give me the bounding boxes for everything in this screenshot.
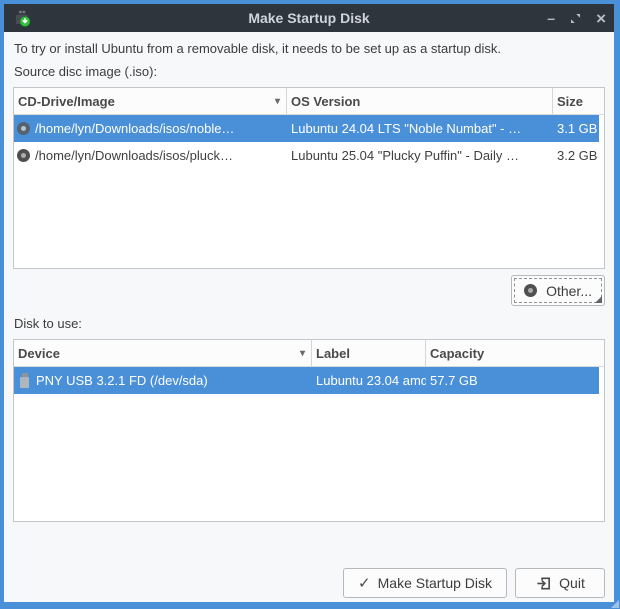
iso-os-version: Lubuntu 24.04 LTS "Noble Numbat" - … bbox=[287, 121, 553, 136]
iso-row-plucky[interactable]: /home/lyn/Downloads/isos/pluck… Lubuntu … bbox=[14, 142, 599, 169]
usb-stick-icon bbox=[20, 373, 29, 388]
iso-size: 3.1 GB bbox=[553, 121, 599, 136]
optical-disc-icon bbox=[17, 122, 30, 135]
resize-grip[interactable] bbox=[611, 600, 619, 608]
column-header-label[interactable]: Label bbox=[312, 340, 426, 366]
intro-text: To try or install Ubuntu from a removabl… bbox=[14, 40, 605, 58]
disk-table-header: Device ▾ Label Capacity bbox=[14, 340, 604, 367]
iso-row-noble[interactable]: /home/lyn/Downloads/isos/noble… Lubuntu … bbox=[14, 115, 599, 142]
iso-os-version: Lubuntu 25.04 "Plucky Puffin" - Daily … bbox=[287, 148, 553, 163]
window-title: Make Startup Disk bbox=[4, 10, 614, 26]
quit-button[interactable]: Quit bbox=[515, 568, 605, 598]
device-label: Lubuntu 23.04 amd64 bbox=[312, 373, 426, 388]
column-header-cd-drive-image[interactable]: CD-Drive/Image ▾ bbox=[14, 88, 287, 114]
optical-disc-icon bbox=[17, 149, 30, 162]
disk-row-pny-usb[interactable]: PNY USB 3.2.1 FD (/dev/sda) Lubuntu 23.0… bbox=[14, 367, 599, 394]
device-capacity: 57.7 GB bbox=[426, 373, 599, 388]
button-menu-corner bbox=[595, 296, 602, 303]
usb-creator-app-icon bbox=[12, 8, 32, 28]
restore-icon[interactable] bbox=[569, 12, 582, 25]
column-header-size[interactable]: Size bbox=[553, 88, 604, 114]
make-startup-disk-button[interactable]: ✓ Make Startup Disk bbox=[343, 568, 507, 598]
optical-disc-icon bbox=[524, 284, 537, 297]
sort-descending-icon: ▾ bbox=[275, 96, 282, 107]
make-startup-disk-window: Make Startup Disk – × To try or install … bbox=[0, 0, 620, 609]
iso-path: /home/lyn/Downloads/isos/pluck… bbox=[35, 148, 233, 163]
source-image-label: Source disc image (.iso): bbox=[14, 63, 605, 81]
iso-size: 3.2 GB bbox=[553, 148, 599, 163]
other-button[interactable]: Other... bbox=[511, 275, 605, 306]
iso-path: /home/lyn/Downloads/isos/noble… bbox=[35, 121, 234, 136]
check-icon: ✓ bbox=[358, 574, 371, 592]
window-content: To try or install Ubuntu from a removabl… bbox=[4, 32, 614, 602]
column-header-capacity[interactable]: Capacity bbox=[426, 340, 604, 366]
device-name: PNY USB 3.2.1 FD (/dev/sda) bbox=[36, 373, 208, 388]
action-button-row: ✓ Make Startup Disk Quit bbox=[13, 568, 605, 598]
disk-table: Device ▾ Label Capacity PNY USB 3.2.1 FD… bbox=[13, 339, 605, 522]
exit-icon bbox=[535, 575, 552, 592]
close-button[interactable]: × bbox=[596, 10, 606, 27]
iso-table: CD-Drive/Image ▾ OS Version Size /home/l… bbox=[13, 87, 605, 269]
disk-to-use-label: Disk to use: bbox=[14, 315, 605, 333]
column-header-os-version[interactable]: OS Version bbox=[287, 88, 553, 114]
other-button-row: Other... bbox=[13, 275, 605, 306]
column-header-device[interactable]: Device ▾ bbox=[14, 340, 312, 366]
titlebar: Make Startup Disk – × bbox=[4, 4, 614, 32]
sort-descending-icon: ▾ bbox=[300, 348, 307, 359]
minimize-button[interactable]: – bbox=[547, 11, 555, 25]
iso-table-header: CD-Drive/Image ▾ OS Version Size bbox=[14, 88, 604, 115]
